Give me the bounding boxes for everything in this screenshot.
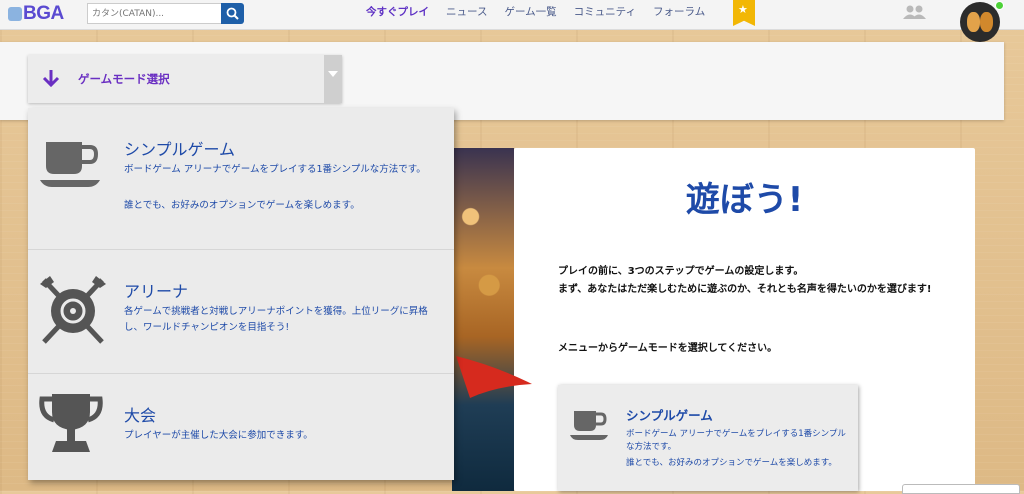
mode-option-arena[interactable]: アリーナ 各ゲームで挑戦者と対戦しアリーナポイントを獲得。上位リーグに昇格し、ワ…: [28, 250, 454, 374]
nav-play-now[interactable]: 今すぐプレイ: [366, 0, 429, 29]
top-navigation-bar: BGA 今すぐプレイ ニュース ゲーム一覧 コミュニティ フォーラム ★: [0, 0, 1024, 30]
mode-option-title: シンプルゲーム: [124, 140, 236, 159]
red-pointer-arrow: [456, 356, 532, 398]
corner-chat-tab[interactable]: [902, 484, 1020, 494]
mode-card-simple[interactable]: シンプルゲーム ボードゲーム アリーナでゲームをプレイする1番シンプルな方法です…: [558, 385, 858, 491]
nav-news[interactable]: ニュース: [446, 0, 487, 29]
mode-option-desc: 各ゲームで挑戦者と対戦しアリーナポイントを獲得。上位リーグに昇格し、ワールドチャ…: [124, 306, 428, 333]
coffee-cup-icon: [570, 411, 608, 440]
logo-mark-icon: [8, 7, 22, 21]
mode-option-simple[interactable]: シンプルゲーム ボードゲーム アリーナでゲームをプレイする1番シンプルな方法です…: [28, 108, 454, 250]
search-input[interactable]: [87, 3, 222, 24]
mode-option-desc-2: 誰とでも、お好みのオプションでゲームを楽しめます。: [124, 200, 360, 211]
mode-card-desc: ボードゲーム アリーナでゲームをプレイする1番シンプルな方法です。: [626, 429, 846, 452]
mode-option-desc: ボードゲーム アリーナでゲームをプレイする1番シンプルな方法です。: [124, 164, 426, 175]
logo-text: BGA: [23, 3, 64, 24]
search-button[interactable]: [221, 3, 244, 24]
game-mode-select-label: ゲームモード選択: [78, 72, 170, 86]
search-icon: [226, 7, 239, 20]
dice-background-image: [452, 148, 514, 491]
dropdown-caret[interactable]: [324, 55, 342, 103]
mode-option-tournament[interactable]: 大会 プレイヤーが主催した大会に参加できます。: [28, 374, 454, 480]
main-nav: 今すぐプレイ ニュース ゲーム一覧 コミュニティ フォーラム: [366, 0, 722, 29]
mode-option-desc: プレイヤーが主催した大会に参加できます。: [124, 430, 313, 441]
avatar-figure: [967, 12, 980, 32]
bga-logo[interactable]: BGA: [8, 3, 76, 25]
nav-forum[interactable]: フォーラム: [653, 0, 705, 29]
chevron-down-icon: [328, 71, 338, 77]
nav-community[interactable]: コミュニティ: [574, 0, 636, 29]
star-icon: ★: [738, 3, 748, 16]
crossed-swords-shield-icon: [40, 276, 106, 344]
mode-card-title: シンプルゲーム: [626, 408, 713, 423]
intro-text-2: まず、あなたはただ楽しむために遊ぶのか、それとも名声を得たいのかを選びます!: [558, 284, 932, 295]
game-mode-select[interactable]: ゲームモード選択: [28, 55, 342, 103]
intro-text-1: プレイの前に、3つのステップでゲームの設定します。: [558, 266, 804, 277]
page-title: 遊ぼう!: [685, 180, 804, 220]
search-box: [87, 3, 244, 24]
friends-icon[interactable]: [902, 4, 928, 20]
trophy-icon: [39, 394, 103, 452]
coffee-cup-icon: [40, 142, 100, 187]
mode-option-title: アリーナ: [124, 282, 189, 301]
online-status-dot: [995, 1, 1004, 10]
game-mode-dropdown: シンプルゲーム ボードゲーム アリーナでゲームをプレイする1番シンプルな方法です…: [28, 108, 454, 480]
user-avatar[interactable]: [960, 2, 1000, 42]
intro-text-3: メニューからゲームモードを選択してください。: [558, 343, 778, 354]
mode-option-title: 大会: [124, 406, 157, 425]
mode-card-desc-2: 誰とでも、お好みのオプションでゲームを楽しめます。: [626, 458, 837, 468]
arrow-down-icon: [42, 70, 60, 87]
avatar-figure: [980, 12, 993, 32]
nav-game-list[interactable]: ゲーム一覧: [504, 0, 556, 29]
premium-bookmark[interactable]: ★: [733, 0, 755, 26]
